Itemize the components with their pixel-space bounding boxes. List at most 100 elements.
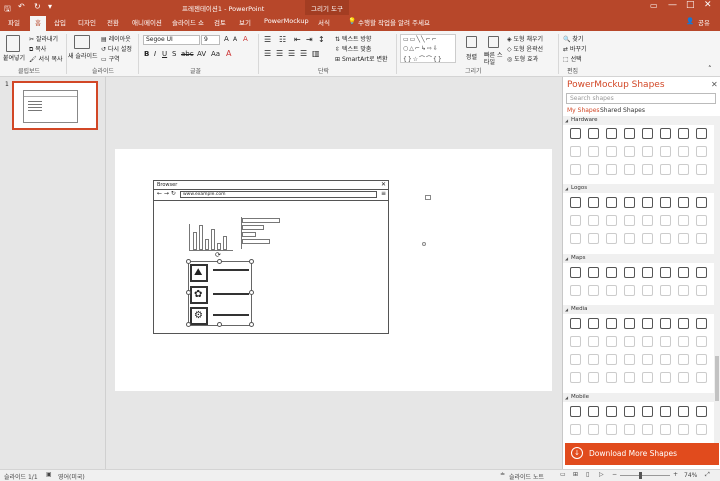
shape-library-icon[interactable] (570, 372, 581, 383)
shape-library-icon[interactable] (588, 424, 599, 435)
shape-library-icon[interactable] (642, 318, 653, 329)
undo-icon[interactable]: ↶ (18, 2, 25, 11)
resize-handle[interactable] (186, 322, 191, 327)
shape-library-icon[interactable] (624, 354, 635, 365)
shape-library-icon[interactable] (696, 233, 707, 244)
change-case-icon[interactable]: Aa (211, 50, 220, 58)
format-painter-button[interactable]: 🖌 서식 복사 (29, 54, 63, 63)
shape-library-icon[interactable] (588, 215, 599, 226)
grow-font-icon[interactable]: A (224, 35, 229, 43)
shape-library-icon[interactable] (588, 197, 599, 208)
shape-library-icon[interactable] (606, 406, 617, 417)
shape-library-icon[interactable] (570, 424, 581, 435)
shape-library-icon[interactable] (660, 128, 671, 139)
shape-library-icon[interactable] (624, 215, 635, 226)
copy-button[interactable]: ⧉ 복사 (29, 44, 46, 54)
reset-button[interactable]: ↺ 다시 설정 (101, 44, 132, 53)
shape-library-icon[interactable] (696, 424, 707, 435)
shape-library-icon[interactable] (660, 215, 671, 226)
slideshow-view-icon[interactable]: ▷ (599, 471, 604, 478)
align-center-icon[interactable]: ☰ (276, 49, 283, 58)
section-maps[interactable]: Maps (563, 254, 715, 263)
strikethrough-icon[interactable]: abc (181, 50, 194, 58)
shape-library-icon[interactable] (624, 267, 635, 278)
shape-library-icon[interactable] (696, 128, 707, 139)
resize-handle[interactable] (217, 259, 222, 264)
sorter-view-icon[interactable]: ⊞ (573, 471, 578, 478)
shapes-gallery[interactable]: ▭▭╲╲⌐⌐ ○△⌐↳⇨⇩ {}☆⌒⌒{} (400, 34, 456, 63)
shape-library-icon[interactable] (642, 146, 653, 157)
customize-quick-access-icon[interactable]: ▾ (48, 2, 52, 11)
shape-library-icon[interactable] (624, 164, 635, 175)
shape-library-icon[interactable] (678, 336, 689, 347)
shape-library-icon[interactable] (606, 215, 617, 226)
shape-library-icon[interactable] (660, 424, 671, 435)
section-button[interactable]: ▭ 구역 (101, 54, 120, 63)
shape-library-icon[interactable] (570, 128, 581, 139)
font-size-box[interactable]: 9 (201, 35, 220, 45)
shape-library-icon[interactable] (642, 372, 653, 383)
search-shapes-input[interactable]: Search shapes (566, 93, 716, 104)
shape-library-icon[interactable] (624, 372, 635, 383)
rotate-handle-icon[interactable]: ⟳ (215, 251, 221, 259)
shape-library-icon[interactable] (696, 406, 707, 417)
shape-library-icon[interactable] (606, 354, 617, 365)
shape-library-icon[interactable] (624, 233, 635, 244)
shape-library-icon[interactable] (606, 128, 617, 139)
shape-library-icon[interactable] (624, 406, 635, 417)
shape-library-icon[interactable] (588, 318, 599, 329)
paste-icon[interactable] (6, 35, 20, 52)
shape-library-icon[interactable] (624, 128, 635, 139)
font-name-box[interactable]: Segoe UI (143, 35, 200, 45)
shape-library-icon[interactable] (588, 146, 599, 157)
columns-icon[interactable]: ▥ (312, 49, 320, 58)
shape-library-icon[interactable] (660, 164, 671, 175)
underline-icon[interactable]: U (162, 50, 167, 58)
numbering-icon[interactable]: ☷ (279, 35, 286, 44)
shape-library-icon[interactable] (570, 336, 581, 347)
tab-format[interactable]: 서식 (318, 17, 330, 27)
italic-icon[interactable]: I (154, 50, 156, 58)
shape-library-icon[interactable] (642, 197, 653, 208)
text-direction-button[interactable]: ⇅ 텍스트 방향 (335, 34, 371, 43)
shape-library-icon[interactable] (624, 336, 635, 347)
tab-home[interactable]: 홈 (30, 16, 46, 31)
shape-library-icon[interactable] (642, 233, 653, 244)
shape-library-icon[interactable] (606, 267, 617, 278)
arrange-icon[interactable] (466, 36, 477, 48)
tab-transitions[interactable]: 전환 (107, 17, 119, 27)
shape-library-icon[interactable] (570, 197, 581, 208)
bold-icon[interactable]: B (144, 50, 149, 58)
tab-animations[interactable]: 애니메이션 (132, 17, 162, 27)
shape-library-icon[interactable] (606, 372, 617, 383)
shape-library-icon[interactable] (696, 215, 707, 226)
minimize-icon[interactable]: — (668, 0, 677, 10)
tab-slideshow[interactable]: 슬라이드 쇼 (172, 17, 204, 27)
shrink-font-icon[interactable]: A (233, 36, 237, 43)
shape-library-icon[interactable] (642, 164, 653, 175)
zoom-level[interactable]: 74% (684, 472, 697, 479)
shape-library-icon[interactable] (696, 146, 707, 157)
shape-library-icon[interactable] (660, 285, 671, 296)
ribbon-display-icon[interactable]: ▭ (650, 1, 658, 10)
layout-button[interactable]: ▤ 레이아웃 (101, 34, 131, 43)
decrease-indent-icon[interactable]: ⇤ (294, 35, 301, 44)
shape-library-icon[interactable] (570, 267, 581, 278)
resize-handle[interactable] (186, 290, 191, 295)
shape-library-icon[interactable] (678, 128, 689, 139)
shape-library-icon[interactable] (588, 128, 599, 139)
small-shape[interactable] (425, 195, 431, 200)
shape-effects-button[interactable]: ◎ 도형 효과 (507, 54, 538, 63)
paste-button[interactable]: 붙여넣기 (3, 53, 25, 62)
shape-library-icon[interactable] (570, 233, 581, 244)
shape-library-icon[interactable] (570, 318, 581, 329)
shape-library-icon[interactable] (678, 406, 689, 417)
shape-library-icon[interactable] (660, 318, 671, 329)
increase-indent-icon[interactable]: ⇥ (306, 35, 313, 44)
resize-handle[interactable] (217, 322, 222, 327)
shape-library-icon[interactable] (606, 146, 617, 157)
maximize-icon[interactable]: □ (686, 0, 695, 10)
shape-library-icon[interactable] (642, 354, 653, 365)
shape-library-icon[interactable] (696, 372, 707, 383)
shape-library-icon[interactable] (642, 424, 653, 435)
